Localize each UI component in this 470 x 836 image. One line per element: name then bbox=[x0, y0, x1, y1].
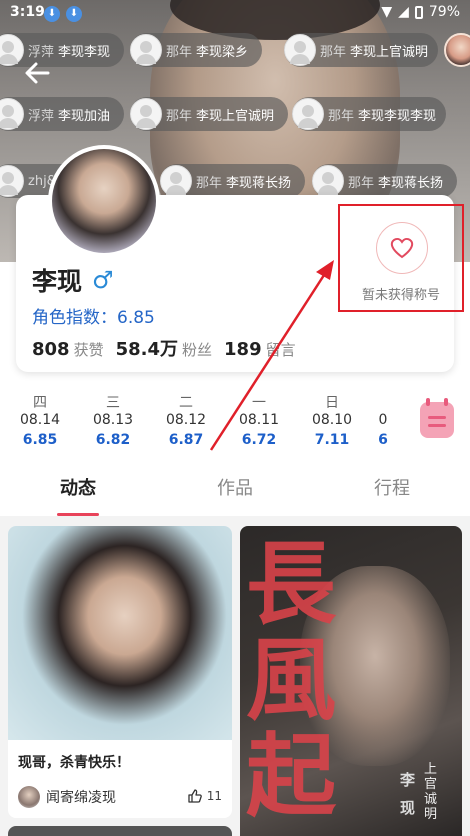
battery-icon bbox=[414, 5, 423, 19]
tab-schedule[interactable]: 行程 bbox=[352, 474, 432, 500]
profile-name-row: 李现 ♂ bbox=[32, 262, 114, 298]
title-badge-label: 暂未获得称号 bbox=[362, 288, 441, 303]
avatar bbox=[312, 165, 344, 197]
post-card[interactable]: 長風起 李现 上官诚明 bbox=[240, 526, 462, 836]
post-image bbox=[8, 526, 232, 740]
post-author[interactable]: 闻寄绵凌现 bbox=[18, 786, 116, 808]
calendar-icon[interactable] bbox=[420, 398, 454, 438]
poster-name: 李现 bbox=[400, 771, 416, 817]
post-caption: 现哥，杀青快乐！ bbox=[18, 755, 130, 771]
stat-likes[interactable]: 808 获赞 bbox=[32, 339, 104, 360]
avatar bbox=[0, 98, 24, 130]
date-item[interactable]: 二 08.12 6.87 bbox=[161, 392, 211, 452]
like-button[interactable]: 11 bbox=[187, 788, 222, 804]
wifi-icon: ▼ bbox=[381, 4, 393, 20]
avatar bbox=[292, 98, 324, 130]
poster-role: 上官诚明 bbox=[424, 762, 438, 822]
like-count: 11 bbox=[206, 789, 222, 803]
status-time: 3:19 bbox=[10, 4, 45, 20]
male-icon: ♂ bbox=[92, 266, 114, 294]
role-index: 角色指数：6.85 bbox=[32, 308, 155, 328]
danmaku-bubble: 浮萍 李现李现 bbox=[0, 33, 125, 67]
avatar bbox=[160, 165, 192, 197]
status-right: ▼ ◢ 79% bbox=[381, 4, 460, 20]
heart-icon bbox=[390, 237, 414, 259]
date-item[interactable]: 四 08.14 6.85 bbox=[15, 392, 65, 452]
danmaku-bubble: 那年 李现李现李现 bbox=[292, 97, 447, 131]
tab-works[interactable]: 作品 bbox=[195, 474, 275, 500]
signal-icon: ◢ bbox=[398, 4, 409, 20]
danmaku-bubble: 那年 李现上官诚明 bbox=[284, 33, 439, 67]
status-bar: 3:19 ⬇ ⬇ ▼ ◢ 79% bbox=[0, 0, 470, 28]
tab-dynamic[interactable]: 动态 bbox=[38, 474, 118, 500]
avatar bbox=[18, 786, 40, 808]
back-button[interactable] bbox=[22, 58, 52, 88]
back-arrow-icon bbox=[25, 62, 50, 84]
avatar bbox=[0, 165, 24, 197]
post-card[interactable]: 现哥，杀青快乐！ 闻寄绵凌现 11 bbox=[8, 526, 232, 818]
date-item[interactable]: 0 6 bbox=[368, 392, 398, 452]
danmaku-bubble: 那年 李现上官诚明 bbox=[130, 97, 289, 131]
battery-level: 79% bbox=[428, 4, 460, 20]
tab-bar: 动态 作品 行程 bbox=[0, 462, 470, 516]
download-notification-icon: ⬇ bbox=[44, 6, 60, 22]
avatar bbox=[0, 34, 24, 66]
profile-name: 李现 bbox=[32, 267, 83, 296]
date-strip: 四 08.14 6.85 三 08.13 6.82 二 08.12 6.87 一… bbox=[0, 392, 470, 454]
download-notification-icon: ⬇ bbox=[66, 6, 82, 22]
avatar-photo bbox=[52, 149, 156, 253]
danmaku-bubble: 那年 李现蒋长扬 bbox=[312, 164, 458, 198]
stat-comments[interactable]: 189 留言 bbox=[224, 339, 296, 360]
post-author-name: 闻寄绵凌现 bbox=[46, 790, 116, 806]
title-badge-button[interactable] bbox=[376, 222, 428, 274]
danmaku-bubble: 那年 李现梁乡 bbox=[130, 33, 263, 67]
poster-calligraphy: 長風起 bbox=[246, 531, 336, 829]
date-item[interactable]: 日 08.10 7.11 bbox=[307, 392, 357, 452]
post-card[interactable] bbox=[8, 826, 232, 836]
thumbs-up-icon bbox=[188, 789, 202, 803]
date-item[interactable]: 一 08.11 6.72 bbox=[234, 392, 284, 452]
profile-stats: 808 获赞 58.4万 粉丝 189 留言 bbox=[32, 335, 296, 361]
danmaku-bubble: 浮萍 李现加油 bbox=[0, 97, 125, 131]
avatar bbox=[130, 98, 162, 130]
profile-avatar[interactable] bbox=[48, 145, 160, 257]
date-item[interactable]: 三 08.13 6.82 bbox=[88, 392, 138, 452]
user-avatar[interactable] bbox=[444, 33, 470, 67]
stat-fans[interactable]: 58.4万 粉丝 bbox=[116, 335, 212, 361]
danmaku-bubble: 那年 李现蒋长扬 bbox=[160, 164, 306, 198]
avatar bbox=[130, 34, 162, 66]
avatar bbox=[284, 34, 316, 66]
